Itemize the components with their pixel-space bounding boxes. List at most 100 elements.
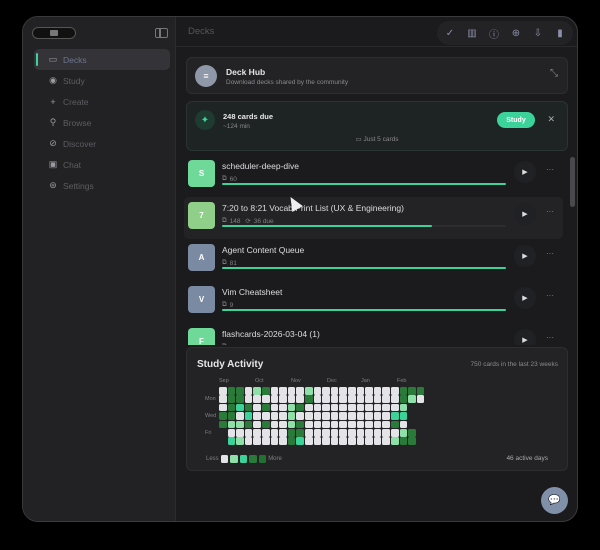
globe-icon[interactable]: ⊕ xyxy=(510,27,522,39)
sidebar-item-discover[interactable]: ⊘ Discover xyxy=(34,133,170,154)
heatmap-cell xyxy=(296,420,304,429)
heatmap-cell xyxy=(356,429,365,437)
heatmap-cell xyxy=(339,420,347,429)
heatmap-cell xyxy=(399,403,408,412)
collapse-icon[interactable]: ⤡ xyxy=(550,68,558,79)
play-button[interactable]: ▶ xyxy=(514,245,536,267)
more-menu-button[interactable]: ··· xyxy=(546,291,554,300)
heatmap-cell xyxy=(227,412,236,420)
heatmap-cell xyxy=(382,403,390,412)
chat-bubble-button[interactable]: 💬 xyxy=(541,487,568,514)
deck-progress xyxy=(222,183,506,185)
deck-avatar: V xyxy=(188,286,215,313)
more-menu-button[interactable]: ··· xyxy=(546,249,554,258)
heatmap-cell xyxy=(262,437,270,445)
play-button[interactable]: ▶ xyxy=(514,203,536,225)
toolbar: ✓ ▥ ⓘ ⊕ ⇩ ▮ xyxy=(437,21,573,45)
heatmap-cell xyxy=(279,429,287,437)
heatmap-cell xyxy=(262,429,270,437)
deck-row[interactable]: 7 7:20 to 8:21 Vocab Print List (UX & En… xyxy=(184,197,563,239)
legend-swatch xyxy=(239,455,248,463)
sidebar-item-create[interactable]: + Create xyxy=(34,91,170,112)
deck-progress xyxy=(222,225,506,227)
workspace-switcher[interactable] xyxy=(32,27,76,39)
sidebar-item-study[interactable]: ◉ Study xyxy=(34,70,170,91)
heatmap-cell xyxy=(219,412,227,420)
due-icon: ⟳ xyxy=(243,218,251,225)
deck-meta: ⧉ 9 xyxy=(222,301,233,309)
check-circle-icon[interactable]: ✓ xyxy=(444,27,456,39)
deck-avatar: 7 xyxy=(188,202,215,229)
scrollbar[interactable] xyxy=(570,157,575,207)
sidebar-item-decks[interactable]: ▭ Decks xyxy=(34,49,170,70)
heatmap-cell xyxy=(244,403,253,412)
deck-row[interactable]: V Vim Cheatsheet ⧉ 9 ▶ ··· xyxy=(184,281,563,323)
heatmap-cell xyxy=(339,395,347,403)
month-label: Nov xyxy=(291,378,301,384)
sidebar-item-browse[interactable]: ⚲ Browse xyxy=(34,112,170,133)
heatmap-cell xyxy=(279,403,287,412)
more-menu-button[interactable]: ··· xyxy=(546,207,554,216)
heatmap-cell xyxy=(296,429,304,437)
info-icon[interactable]: ⓘ xyxy=(488,27,500,41)
sidebar-item-chat[interactable]: ▣ Chat xyxy=(34,154,170,175)
due-banner: ✦ 248 cards due ~124 min Study ✕ ▭ Just … xyxy=(186,101,568,151)
study-button[interactable]: Study xyxy=(497,112,535,128)
deck-hub-card[interactable]: ≡ Deck Hub Download decks shared by the … xyxy=(186,57,568,94)
heatmap-cell xyxy=(330,395,339,403)
bar-chart-icon[interactable]: ▥ xyxy=(466,27,478,39)
deck-hub-title: Deck Hub xyxy=(226,67,266,77)
heatmap-cell xyxy=(287,412,296,420)
deck-hub-subtitle: Download decks shared by the community xyxy=(226,79,349,86)
heatmap-cell xyxy=(296,403,304,412)
play-button[interactable]: ▶ xyxy=(514,161,536,183)
heatmap-cell xyxy=(382,420,390,429)
more-menu-button[interactable]: ··· xyxy=(546,333,554,342)
sidebar-item-settings[interactable]: ⊛ Settings xyxy=(34,175,170,196)
cards-icon: ⧉ xyxy=(222,217,227,224)
heatmap-cell xyxy=(236,412,244,420)
heatmap-cell xyxy=(348,420,356,429)
deck-meta: ⧉ 148 ⟳ 36 due xyxy=(222,217,274,225)
deck-row[interactable]: S scheduler-deep-dive ⧉ 60 ▶ ··· xyxy=(184,155,563,197)
heatmap-cell xyxy=(330,437,339,445)
chat-icon: 💬 xyxy=(548,495,561,506)
heatmap-cell xyxy=(339,437,347,445)
deck-row[interactable]: F flashcards-2026-03-04 (1) ⧉ ▶ ··· xyxy=(184,323,563,345)
heatmap-cell xyxy=(305,420,313,429)
close-icon[interactable]: ✕ xyxy=(547,114,555,125)
heatmap-cell xyxy=(348,387,356,395)
heatmap-cell xyxy=(219,420,227,429)
heatmap-cell xyxy=(313,412,322,420)
heatmap-cell xyxy=(236,420,244,429)
play-button[interactable]: ▶ xyxy=(514,329,536,345)
deck-name: Agent Content Queue xyxy=(222,245,305,255)
sidebar-toggle-icon[interactable] xyxy=(155,28,168,38)
legend-swatch xyxy=(258,455,267,463)
heatmap-cell xyxy=(279,412,287,420)
heatmap-cell xyxy=(382,429,390,437)
heatmap-cell xyxy=(305,437,313,445)
heatmap-cell xyxy=(219,395,227,403)
deck-row[interactable]: A Agent Content Queue ⧉ 81 ▶ ··· xyxy=(184,239,563,281)
heatmap-cell xyxy=(322,395,330,403)
deck-name: flashcards-2026-03-04 (1) xyxy=(222,329,320,339)
heatmap-cell xyxy=(365,403,373,412)
heatmap-cell xyxy=(305,403,313,412)
more-menu-button[interactable]: ··· xyxy=(546,165,554,174)
heatmap-cell xyxy=(236,429,244,437)
import-icon[interactable]: ⇩ xyxy=(532,27,544,39)
heatmap-cell xyxy=(330,403,339,412)
activity-summary: 750 cards in the last 23 weeks xyxy=(470,361,558,368)
heatmap-cell xyxy=(373,420,382,429)
stats-icon[interactable]: ▮ xyxy=(554,27,566,39)
heatmap-cell xyxy=(244,420,253,429)
heatmap-cell xyxy=(270,429,279,437)
just-5-cards-link[interactable]: ▭ Just 5 cards xyxy=(187,135,567,143)
due-count: 36 due xyxy=(253,217,274,225)
plus-icon: + xyxy=(50,96,56,107)
heatmap-cell xyxy=(270,420,279,429)
heatmap-cell xyxy=(399,429,408,437)
play-button[interactable]: ▶ xyxy=(514,287,536,309)
heatmap-cell xyxy=(373,387,382,395)
